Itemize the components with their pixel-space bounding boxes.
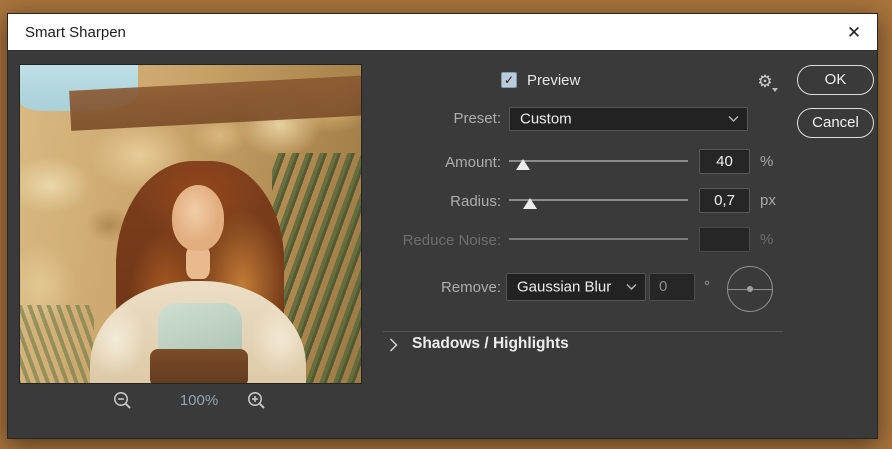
section-divider (383, 331, 783, 332)
preview-checkbox[interactable]: ✓ (501, 72, 517, 88)
gear-caret-icon (772, 88, 778, 92)
angle-dial[interactable] (727, 266, 773, 312)
radius-slider-thumb[interactable] (523, 198, 538, 209)
reduce-noise-value-field (699, 227, 750, 252)
chevron-down-icon (626, 284, 637, 291)
zoom-level[interactable]: 100% (159, 392, 239, 409)
radius-label: Radius: (450, 193, 501, 210)
remove-label: Remove: (440, 279, 501, 296)
amount-value-field[interactable]: 40 (699, 149, 750, 174)
artwork-face (172, 185, 224, 251)
angle-unit: ° (704, 278, 710, 295)
remove-value: Gaussian Blur (517, 278, 612, 296)
dialog-titlebar[interactable]: Smart Sharpen ✕ (8, 14, 877, 51)
smart-sharpen-dialog: Smart Sharpen ✕ 100% ✓ Preview ⚙ OK Canc… (7, 13, 878, 439)
zoom-out-icon[interactable] (111, 390, 135, 414)
preview-zoom-bar: 100% (19, 388, 362, 418)
shadows-highlights-label: Shadows / Highlights (412, 335, 569, 352)
artwork-corset (150, 349, 248, 383)
zoom-in-icon[interactable] (245, 390, 269, 414)
dialog-title: Smart Sharpen (25, 24, 126, 41)
cancel-button[interactable]: Cancel (797, 108, 874, 138)
radius-value-field[interactable]: 0,7 (699, 188, 750, 213)
close-icon[interactable]: ✕ (839, 18, 869, 48)
amount-label: Amount: (445, 154, 501, 171)
radius-unit: px (760, 192, 776, 209)
artwork-plants-left (20, 305, 94, 383)
chevron-down-icon (728, 116, 739, 123)
preset-value: Custom (520, 110, 572, 128)
angle-value-field: 0 (649, 273, 695, 301)
angle-dial-dot (747, 286, 753, 292)
amount-slider-track[interactable] (509, 159, 688, 170)
reduce-noise-slider-track (509, 238, 688, 240)
ok-button[interactable]: OK (797, 65, 874, 95)
reduce-noise-unit: % (760, 231, 774, 248)
reduce-noise-label: Reduce Noise: (402, 232, 501, 249)
remove-dropdown[interactable]: Gaussian Blur (506, 273, 646, 301)
gear-icon[interactable]: ⚙ (752, 70, 778, 96)
preset-label: Preset: (453, 110, 501, 127)
chevron-right-icon (389, 338, 398, 352)
amount-slider-thumb[interactable] (516, 159, 531, 170)
preview-checkbox-label: Preview (527, 72, 581, 89)
radius-slider-track[interactable] (509, 198, 688, 209)
preview-thumbnail[interactable] (19, 64, 362, 384)
preset-dropdown[interactable]: Custom (509, 107, 748, 131)
amount-unit: % (760, 153, 774, 170)
